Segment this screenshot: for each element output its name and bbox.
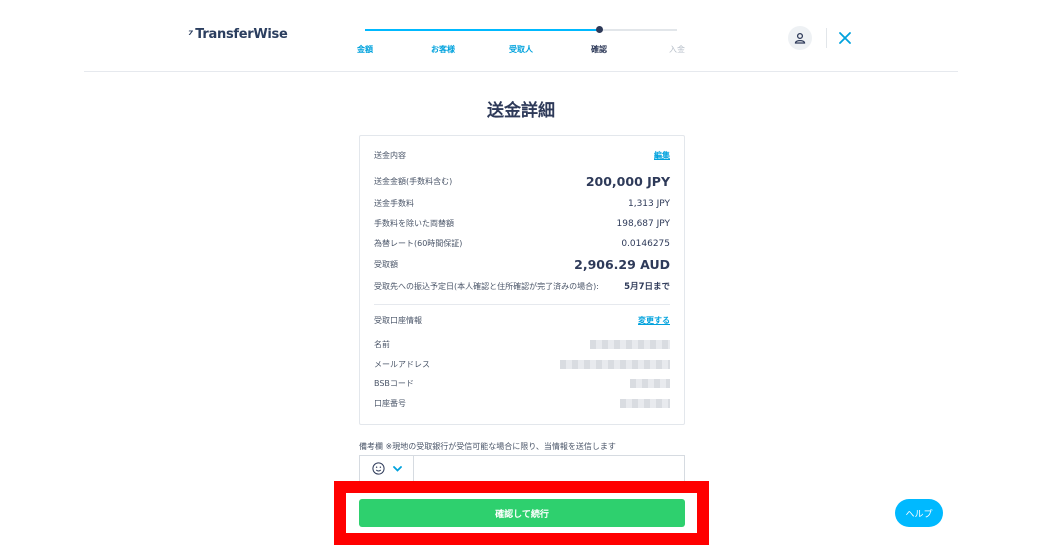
header-divider bbox=[826, 28, 827, 48]
progress-track-fill bbox=[365, 29, 599, 31]
redacted-email bbox=[560, 360, 670, 369]
step-amount[interactable]: 金額 bbox=[357, 44, 373, 55]
change-recipient-link[interactable]: 変更する bbox=[638, 315, 670, 326]
recipient-row-bsb: BSBコード bbox=[374, 378, 670, 389]
delivery-date-value: 5月7日まで bbox=[624, 282, 670, 292]
transfer-section-header: 送金内容 編集 bbox=[374, 150, 670, 161]
receive-amount-value: 2,906.29 AUD bbox=[574, 257, 670, 272]
fee-value: 1,313 JPY bbox=[627, 198, 670, 209]
redacted-name bbox=[590, 340, 670, 349]
detail-label: 送金手数料 bbox=[374, 199, 414, 208]
detail-row-rate: 為替レート(60時間保証) 0.0146275 bbox=[374, 238, 670, 249]
memo-field bbox=[359, 455, 685, 481]
close-icon bbox=[839, 32, 851, 44]
detail-label: 送金金額(手数料含む) bbox=[374, 177, 453, 186]
recipient-row-name: 名前 bbox=[374, 339, 670, 350]
section-divider bbox=[374, 304, 670, 305]
page-title: 送金詳細 bbox=[487, 101, 555, 121]
close-button[interactable] bbox=[836, 29, 854, 47]
header: ⁷ TransferWise 金額 お客様 受取人 確認 入金 bbox=[0, 0, 1042, 72]
step-customer[interactable]: お客様 bbox=[431, 44, 455, 55]
detail-label: 為替レート(60時間保証) bbox=[374, 239, 463, 248]
detail-label: 手数料を除いた両替額 bbox=[374, 219, 454, 228]
redacted-account-number bbox=[620, 399, 670, 408]
step-recipient[interactable]: 受取人 bbox=[509, 44, 533, 55]
detail-label: 受取額 bbox=[374, 260, 398, 269]
help-button[interactable]: ヘルプ bbox=[895, 499, 943, 527]
chevron-down-icon bbox=[392, 465, 402, 472]
transferwise-logo[interactable]: ⁷ TransferWise bbox=[188, 27, 288, 42]
redacted-bsb bbox=[630, 379, 670, 388]
recipient-section-label: 受取口座情報 bbox=[374, 316, 422, 325]
step-payment: 入金 bbox=[669, 45, 685, 54]
send-amount-value: 200,000 JPY bbox=[585, 174, 670, 189]
confirm-continue-button[interactable]: 確認して続行 bbox=[359, 499, 685, 527]
emoji-picker-button[interactable] bbox=[360, 456, 414, 481]
transfer-details-card: 送金内容 編集 送金金額(手数料含む) 200,000 JPY 送金手数料 1,… bbox=[359, 135, 685, 425]
memo-input[interactable] bbox=[414, 456, 684, 481]
rate-value: 0.0146275 bbox=[621, 238, 670, 249]
logo-mark-icon: ⁷ bbox=[188, 27, 194, 42]
transfer-section-label: 送金内容 bbox=[374, 151, 406, 160]
memo-label: 備考欄 ※現地の受取銀行が受信可能な場合に限り、当情報を送信します bbox=[359, 442, 616, 451]
detail-label: 名前 bbox=[374, 340, 390, 349]
detail-row-fee: 送金手数料 1,313 JPY bbox=[374, 198, 670, 209]
edit-link[interactable]: 編集 bbox=[654, 150, 670, 161]
detail-label: メールアドレス bbox=[374, 360, 430, 369]
recipient-row-account-number: 口座番号 bbox=[374, 398, 670, 409]
header-bottom-border bbox=[84, 71, 958, 72]
smiley-icon bbox=[371, 462, 385, 475]
converted-amount-value: 198,687 JPY bbox=[616, 218, 670, 229]
detail-label: BSBコード bbox=[374, 379, 414, 388]
step-review: 確認 bbox=[591, 45, 607, 54]
progress-current-dot bbox=[595, 26, 603, 33]
detail-row-send-amount: 送金金額(手数料含む) 200,000 JPY bbox=[374, 174, 670, 189]
detail-row-receive-amount: 受取額 2,906.29 AUD bbox=[374, 257, 670, 272]
user-icon bbox=[794, 32, 806, 44]
logo-text: TransferWise bbox=[195, 27, 288, 42]
detail-label: 受取先への振込予定日(本人確認と住所確認が完了済みの場合): bbox=[374, 281, 599, 291]
recipient-row-email: メールアドレス bbox=[374, 359, 670, 370]
detail-label: 口座番号 bbox=[374, 399, 406, 408]
progress-stepper: 金額 お客様 受取人 確認 入金 bbox=[355, 24, 695, 64]
recipient-section-header: 受取口座情報 変更する bbox=[374, 315, 670, 326]
detail-row-converted-amount: 手数料を除いた両替額 198,687 JPY bbox=[374, 218, 670, 229]
detail-row-delivery-date: 受取先への振込予定日(本人確認と住所確認が完了済みの場合): 5月7日まで bbox=[374, 280, 670, 293]
account-button[interactable] bbox=[788, 26, 812, 50]
